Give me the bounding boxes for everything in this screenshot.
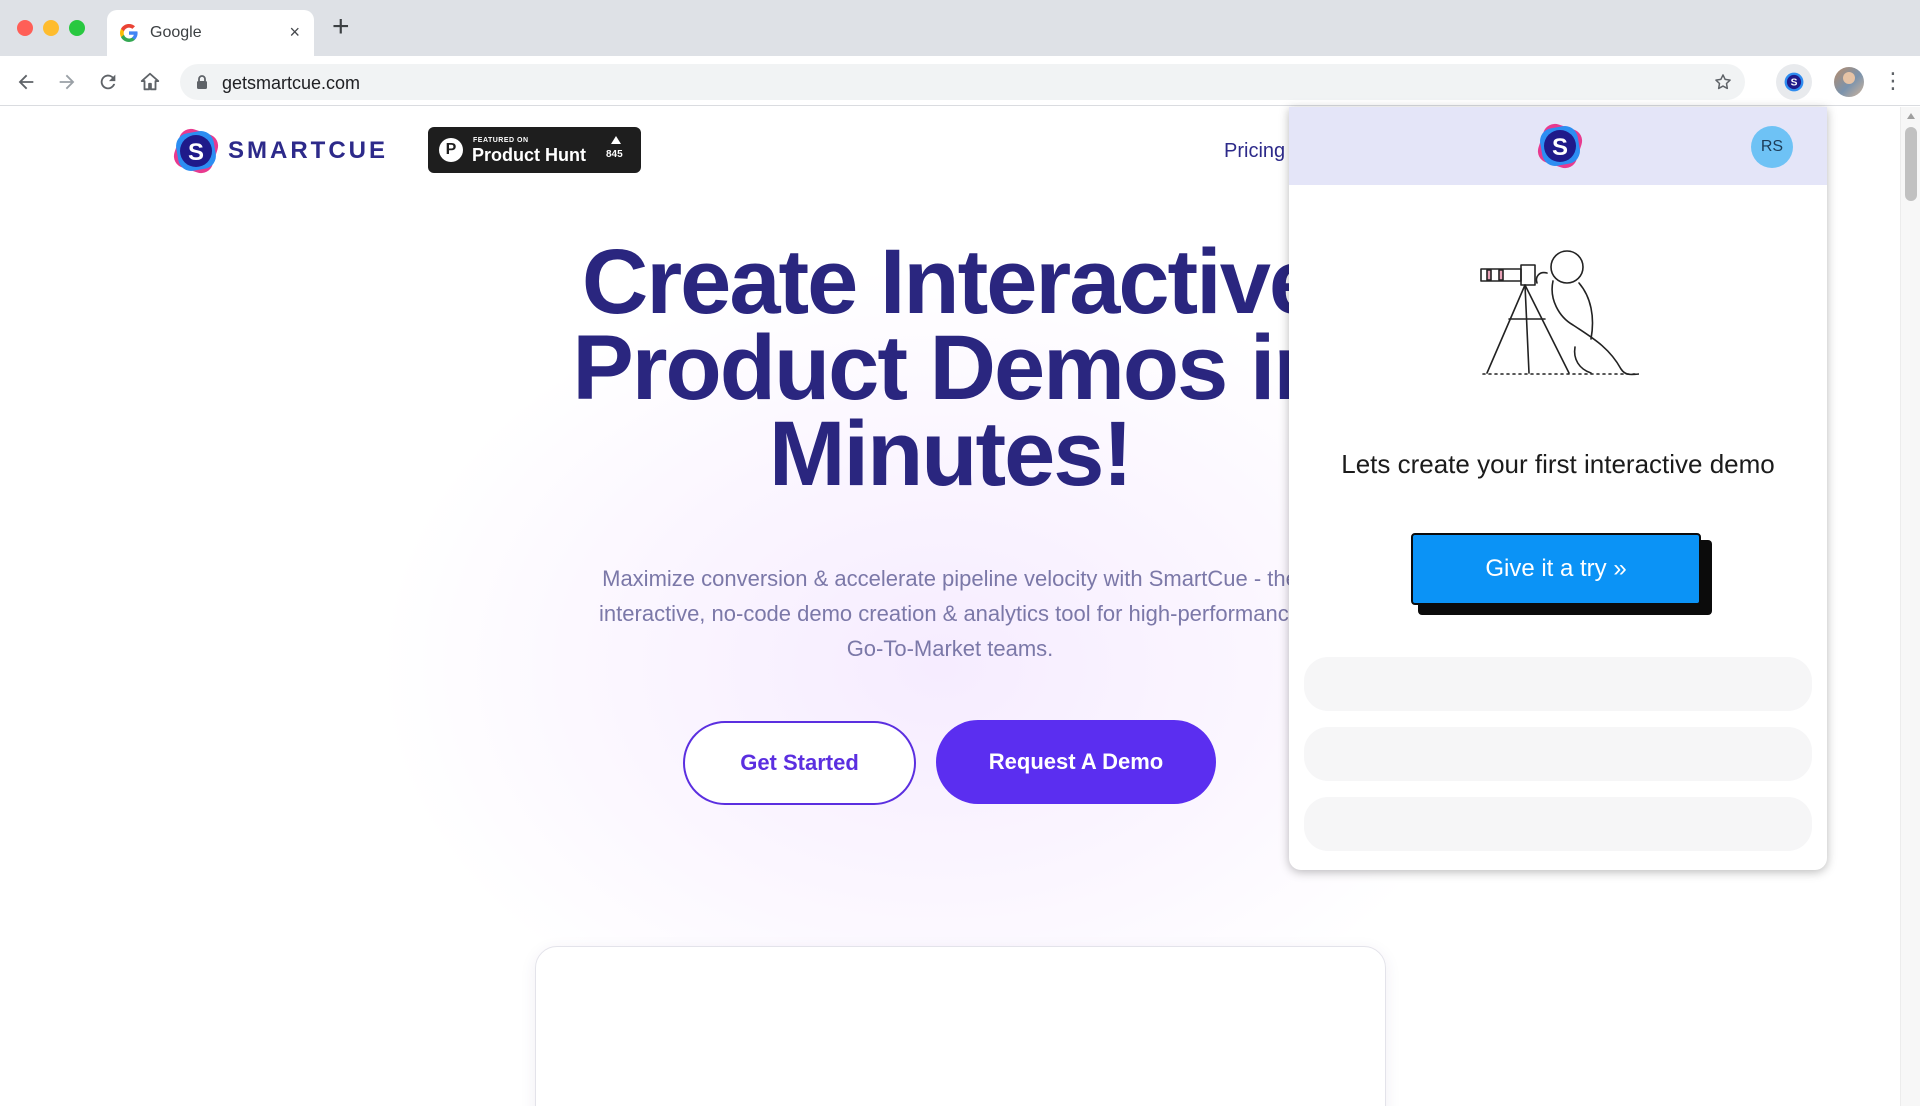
give-it-a-try-button[interactable]: Give it a try »: [1411, 533, 1701, 605]
product-hunt-name: Product Hunt: [472, 145, 586, 165]
profile-avatar[interactable]: [1834, 67, 1864, 97]
skeleton-row: [1304, 727, 1812, 781]
popup-header: S RS: [1289, 107, 1827, 185]
page-scrollbar[interactable]: [1900, 107, 1920, 1106]
smartcue-extension-icon: S: [1784, 72, 1804, 92]
smartcue-popup-logo: S: [1537, 123, 1583, 169]
url-text: getsmartcue.com: [222, 73, 361, 93]
browser-toolbar: getsmartcue.com S ⋮: [0, 56, 1920, 106]
product-hunt-icon: P: [439, 138, 463, 162]
google-favicon-icon: [120, 24, 138, 42]
telescope-illustration: [1480, 250, 1639, 376]
popup-heading: Lets create your first interactive demo: [1341, 449, 1775, 479]
skeleton-row: [1304, 797, 1812, 851]
nav-link-pricing[interactable]: Pricing: [1224, 140, 1285, 163]
upvote-arrow-icon: [611, 136, 621, 144]
back-button[interactable]: [12, 68, 40, 96]
kebab-menu-icon[interactable]: ⋮: [1882, 68, 1904, 94]
smartcue-extension-popup: S RS Lets create your first interactive …: [1289, 107, 1827, 870]
back-arrow-icon: [18, 74, 34, 90]
forward-arrow-icon: [59, 74, 75, 90]
reload-icon: [100, 74, 116, 90]
scrollbar-thumb[interactable]: [1905, 127, 1917, 201]
home-icon: [140, 72, 160, 91]
request-demo-button[interactable]: Request A Demo: [936, 720, 1216, 804]
address-bar[interactable]: getsmartcue.com: [180, 64, 1745, 100]
brand-name: SMARTCUE: [228, 137, 388, 164]
svg-text:S: S: [1552, 134, 1568, 161]
svg-text:S: S: [1791, 78, 1798, 89]
close-window-button[interactable]: [17, 20, 33, 36]
zoom-window-button[interactable]: [69, 20, 85, 36]
tab-strip: Google × +: [0, 0, 1920, 56]
get-started-button[interactable]: Get Started: [683, 721, 916, 805]
hero-subtitle: Maximize conversion & accelerate pipelin…: [599, 566, 1301, 661]
hero-title-line-3: Minutes!: [768, 403, 1133, 505]
close-tab-icon[interactable]: ×: [289, 22, 300, 42]
upvote-count: 845: [606, 149, 623, 160]
product-hunt-featured-label: FEATURED ON: [473, 137, 529, 144]
smartcue-logo[interactable]: S SMARTCUE: [168, 123, 385, 179]
tab-title: Google: [150, 24, 202, 41]
user-avatar[interactable]: RS: [1751, 126, 1793, 168]
new-tab-button[interactable]: +: [332, 12, 350, 42]
smartcue-logo-icon: S: [173, 128, 219, 174]
svg-text:S: S: [188, 139, 204, 166]
skeleton-row: [1304, 657, 1812, 711]
minimize-window-button[interactable]: [43, 20, 59, 36]
home-button[interactable]: [136, 68, 164, 96]
browser-tab-active[interactable]: Google ×: [107, 10, 314, 56]
bookmark-star-icon[interactable]: [1713, 72, 1733, 92]
scroll-up-arrow-icon[interactable]: [1907, 113, 1915, 119]
product-hunt-badge[interactable]: P FEATURED ON Product Hunt 845: [428, 127, 641, 173]
demo-preview-card: [535, 946, 1386, 1106]
reload-button[interactable]: [94, 68, 122, 96]
lock-icon: [197, 75, 207, 89]
forward-button[interactable]: [53, 68, 81, 96]
smartcue-extension-button[interactable]: S: [1776, 64, 1812, 100]
